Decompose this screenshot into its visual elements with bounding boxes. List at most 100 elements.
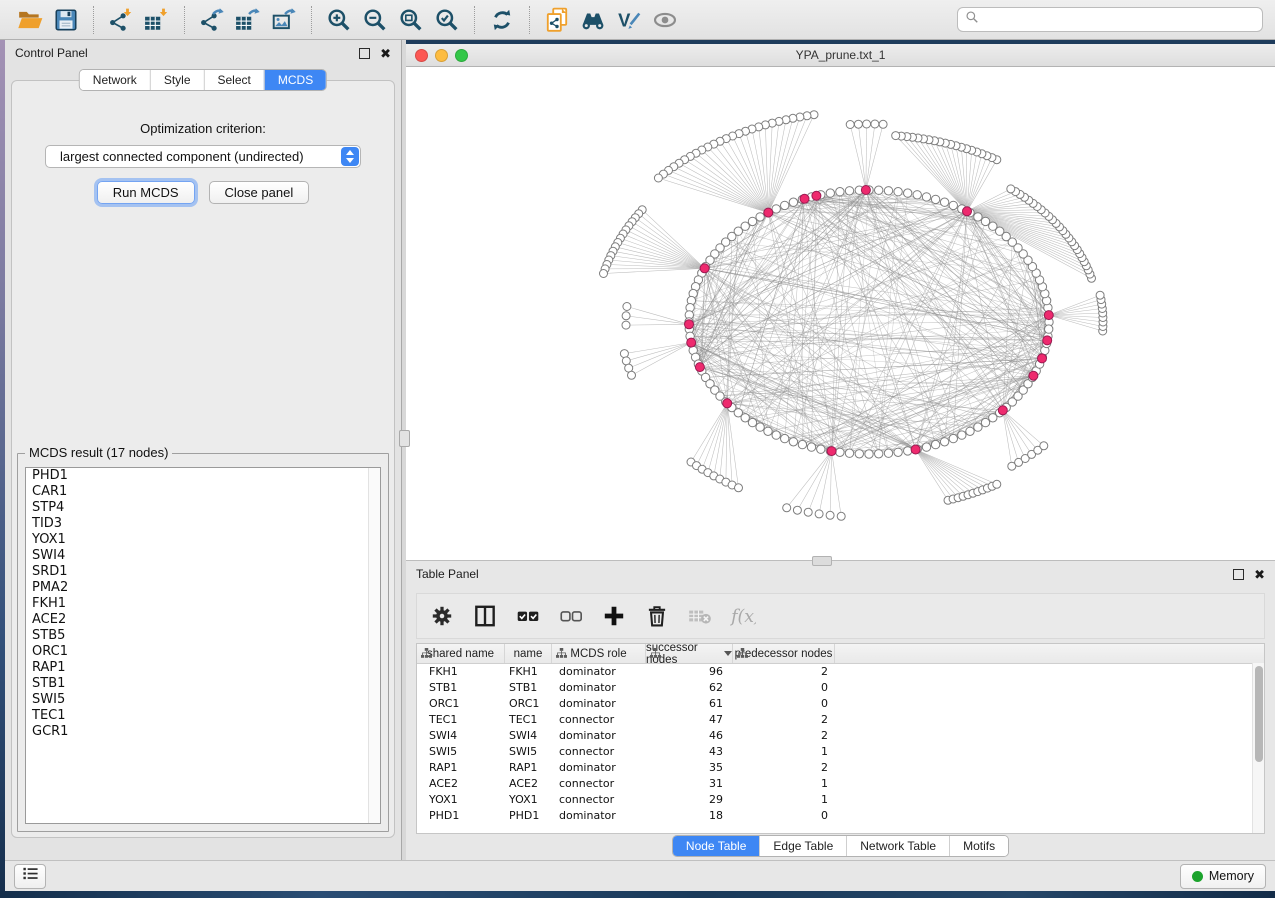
table-cell: 61	[646, 696, 733, 712]
run-mcds-button[interactable]: Run MCDS	[97, 181, 195, 204]
mcds-result-node[interactable]: FKH1	[26, 596, 380, 612]
mcds-result-node[interactable]: PMA2	[26, 580, 380, 596]
search-input[interactable]	[979, 12, 1255, 28]
import-network-icon[interactable]	[106, 5, 136, 35]
export-network-icon[interactable]	[197, 5, 227, 35]
mcds-result-node[interactable]: TID3	[26, 516, 380, 532]
table-cell: ORC1	[417, 696, 505, 712]
column-header-predecessor-nodes[interactable]: predecessor nodes	[733, 644, 835, 663]
horizontal-splitter-grip[interactable]	[812, 556, 832, 566]
mcds-list-scrollbar[interactable]	[368, 468, 380, 823]
table-panel-title: Table Panel	[416, 567, 479, 581]
close-panel-button[interactable]: Close panel	[209, 181, 310, 204]
mcds-result-node[interactable]: SWI5	[26, 692, 380, 708]
criterion-dropdown[interactable]: largest connected component (undirected)	[45, 145, 361, 168]
table-panel: Table Panel ✖ f(x) shared namenameMCDS r…	[406, 560, 1275, 860]
table-tab-edge-table[interactable]: Edge Table	[759, 836, 846, 856]
table-tab-node-table[interactable]: Node Table	[673, 836, 760, 856]
save-session-icon[interactable]	[51, 5, 81, 35]
mcds-result-node[interactable]: CAR1	[26, 484, 380, 500]
mcds-result-node[interactable]: YOX1	[26, 532, 380, 548]
network-canvas[interactable]	[406, 66, 1275, 560]
table-cell: 1	[733, 776, 835, 792]
zoom-fit-icon[interactable]	[396, 5, 426, 35]
close-panel-icon[interactable]: ✖	[380, 49, 391, 58]
table-tab-motifs[interactable]: Motifs	[949, 836, 1008, 856]
table-row[interactable]: RAP1RAP1dominator352	[417, 760, 1264, 776]
table-cell: FKH1	[505, 664, 552, 680]
tab-network[interactable]: Network	[80, 70, 150, 90]
first-neighbors-icon[interactable]	[578, 5, 608, 35]
main-toolbar: V	[0, 0, 1275, 40]
network-window: YPA_prune.txt_1	[406, 44, 1275, 560]
select-all-icon[interactable]	[515, 603, 541, 629]
float-panel-icon[interactable]	[359, 48, 370, 59]
mcds-result-node[interactable]: SWI4	[26, 548, 380, 564]
zoom-in-icon[interactable]	[324, 5, 354, 35]
tab-style[interactable]: Style	[150, 70, 204, 90]
mcds-result-node[interactable]: STP4	[26, 500, 380, 516]
import-table-icon[interactable]	[142, 5, 172, 35]
table-row[interactable]: ACE2ACE2connector311	[417, 776, 1264, 792]
show-hide-graphics-icon[interactable]	[650, 5, 680, 35]
table-row[interactable]: PHD1PHD1dominator180	[417, 808, 1264, 824]
refresh-icon[interactable]	[487, 5, 517, 35]
search-box[interactable]	[957, 7, 1263, 32]
mcds-result-node[interactable]: RAP1	[26, 660, 380, 676]
column-header-shared-name[interactable]: shared name	[417, 644, 505, 663]
delete-row-icon[interactable]	[644, 603, 670, 629]
table-scrollbar[interactable]	[1252, 663, 1264, 833]
column-header-successor-nodes[interactable]: successor nodes	[646, 644, 733, 663]
mcds-result-list[interactable]: PHD1CAR1STP4TID3YOX1SWI4SRD1PMA2FKH1ACE2…	[25, 467, 381, 824]
table-row[interactable]: ORC1ORC1dominator610	[417, 696, 1264, 712]
network-window-titlebar[interactable]: YPA_prune.txt_1	[406, 44, 1275, 67]
export-image-icon[interactable]	[269, 5, 299, 35]
open-file-icon[interactable]	[15, 5, 45, 35]
settings-gear-icon[interactable]	[429, 603, 455, 629]
zoom-selected-icon[interactable]	[432, 5, 462, 35]
column-header-MCDS-role[interactable]: MCDS role	[552, 644, 646, 663]
clone-network-icon[interactable]	[542, 5, 572, 35]
memory-label: Memory	[1209, 869, 1254, 883]
table-row[interactable]: FKH1FKH1dominator962	[417, 664, 1264, 680]
table-tab-network-table[interactable]: Network Table	[846, 836, 949, 856]
show-columns-icon[interactable]	[472, 603, 498, 629]
table-row[interactable]: YOX1YOX1connector291	[417, 792, 1264, 808]
float-table-panel-icon[interactable]	[1233, 569, 1244, 580]
zoom-out-icon[interactable]	[360, 5, 390, 35]
table-row[interactable]: SWI5SWI5connector431	[417, 744, 1264, 760]
panel-list-button[interactable]	[14, 864, 46, 889]
table-cell: SWI5	[505, 744, 552, 760]
table-cell: 46	[646, 728, 733, 744]
close-table-panel-icon[interactable]: ✖	[1254, 570, 1265, 579]
mcds-result-node[interactable]: ORC1	[26, 644, 380, 660]
mcds-result-title: MCDS result (17 nodes)	[25, 445, 172, 460]
export-table-icon[interactable]	[233, 5, 263, 35]
mcds-result-node[interactable]: GCR1	[26, 724, 380, 740]
mcds-result-node[interactable]: PHD1	[26, 468, 380, 484]
mcds-result-node[interactable]: SRD1	[26, 564, 380, 580]
table-row[interactable]: SWI4SWI4dominator462	[417, 728, 1264, 744]
mcds-result-node[interactable]: STB5	[26, 628, 380, 644]
mcds-result-node[interactable]: TEC1	[26, 708, 380, 724]
tab-mcds[interactable]: MCDS	[264, 70, 326, 90]
add-row-icon[interactable]	[601, 603, 627, 629]
unselect-all-icon[interactable]	[558, 603, 584, 629]
sort-desc-icon	[724, 651, 732, 656]
table-scrollbar-thumb[interactable]	[1255, 666, 1263, 762]
toolbar-separator	[529, 6, 530, 34]
mcds-result-node[interactable]: ACE2	[26, 612, 380, 628]
tab-select[interactable]: Select	[204, 70, 264, 90]
list-menu-icon	[22, 866, 39, 886]
vizmapper-icon[interactable]: V	[614, 5, 644, 35]
mcds-result-node[interactable]: STB1	[26, 676, 380, 692]
table-cell: SWI4	[505, 728, 552, 744]
memory-button[interactable]: Memory	[1180, 864, 1266, 889]
vertical-splitter-grip[interactable]	[399, 430, 410, 447]
mcds-result-group: MCDS result (17 nodes) PHD1CAR1STP4TID3Y…	[17, 453, 389, 832]
table-cell: 2	[733, 664, 835, 680]
column-header-name[interactable]: name	[505, 644, 552, 663]
table-row[interactable]: TEC1TEC1connector472	[417, 712, 1264, 728]
table-cell: STB1	[417, 680, 505, 696]
table-row[interactable]: STB1STB1dominator620	[417, 680, 1264, 696]
